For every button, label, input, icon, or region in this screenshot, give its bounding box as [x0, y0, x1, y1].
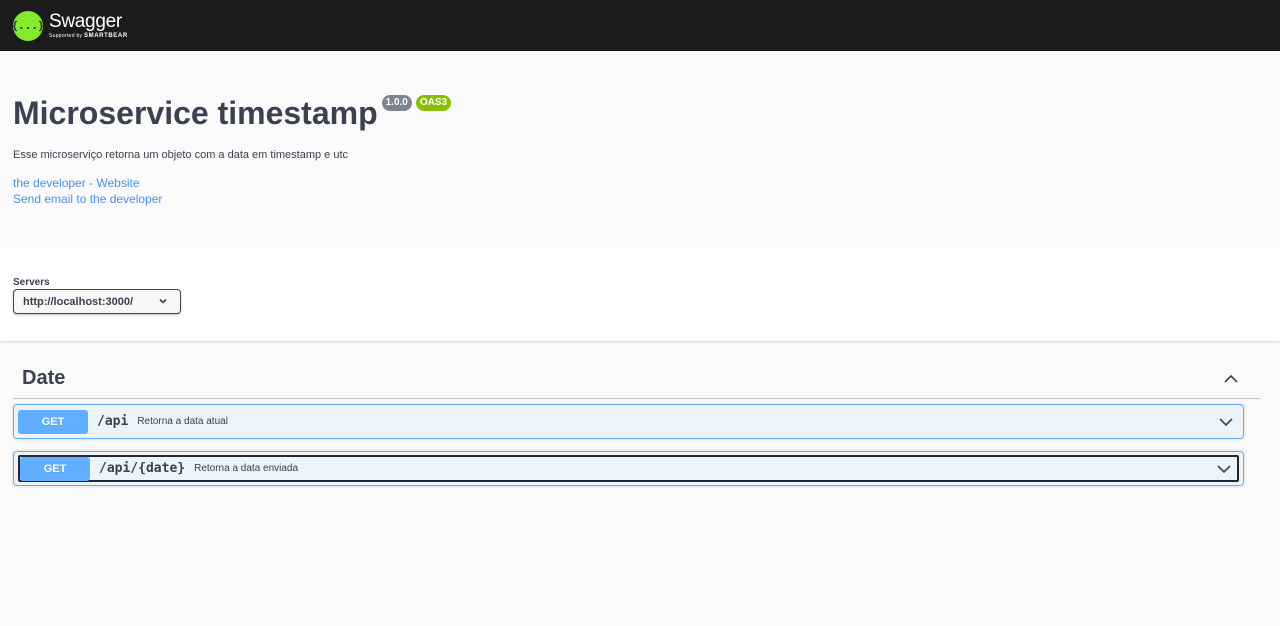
operation-description: Retorna a data atual: [137, 416, 228, 427]
operation-path: /api: [97, 414, 129, 429]
chevron-down-icon: [159, 298, 167, 304]
logo-subtitle: Supported by SMARTBEAR: [49, 33, 128, 39]
operation-path: /api/{date}: [99, 461, 186, 476]
version-badge: 1.0.0: [381, 95, 412, 111]
servers-label: Servers: [13, 277, 50, 288]
title-row: Microservice timestamp 1.0.0 OAS3: [13, 93, 1267, 133]
api-description: Esse microserviço retorna um objeto com …: [13, 149, 349, 161]
servers-section: Servers http://localhost:3000/: [0, 247, 1280, 341]
page-title: Microservice timestamp: [13, 95, 378, 131]
operation-get-api[interactable]: GET /api Retorna a data atual: [13, 404, 1244, 439]
developer-website-link[interactable]: the developer - Website: [13, 175, 1267, 191]
operation-summary[interactable]: GET /api/{date} Retorna a data enviada: [18, 455, 1239, 482]
chevron-down-icon[interactable]: [1215, 460, 1233, 478]
logo-name: Swagger: [49, 11, 122, 32]
server-select-value: http://localhost:3000/: [23, 295, 134, 308]
chevron-up-icon[interactable]: [1222, 370, 1240, 388]
api-info: Microservice timestamp 1.0.0 OAS3 Esse m…: [0, 51, 1280, 247]
swagger-logo-icon: {...}: [11, 10, 45, 41]
tag-section-date: Date GET /api Retorna a data atual GET /…: [0, 341, 1280, 486]
method-badge: GET: [18, 409, 88, 434]
swagger-logo[interactable]: {...} Swagger Supported by SMARTBEAR: [11, 10, 128, 41]
oas-badge: OAS3: [415, 95, 452, 111]
logo-text: Swagger Supported by SMARTBEAR: [49, 12, 128, 39]
chevron-down-icon[interactable]: [1217, 413, 1235, 431]
method-badge: GET: [20, 456, 90, 481]
server-select[interactable]: http://localhost:3000/: [13, 289, 181, 314]
tag-header[interactable]: Date: [13, 361, 1260, 399]
operation-summary[interactable]: GET /api Retorna a data atual: [18, 408, 1239, 435]
operation-description: Retorna a data enviada: [194, 463, 299, 474]
topbar: {...} Swagger Supported by SMARTBEAR: [0, 0, 1280, 51]
contact-links: the developer - Website Send email to th…: [13, 175, 1267, 207]
developer-email-link[interactable]: Send email to the developer: [13, 191, 1267, 207]
operation-get-api-date[interactable]: GET /api/{date} Retorna a data enviada: [13, 451, 1244, 486]
tag-name: Date: [22, 367, 66, 389]
